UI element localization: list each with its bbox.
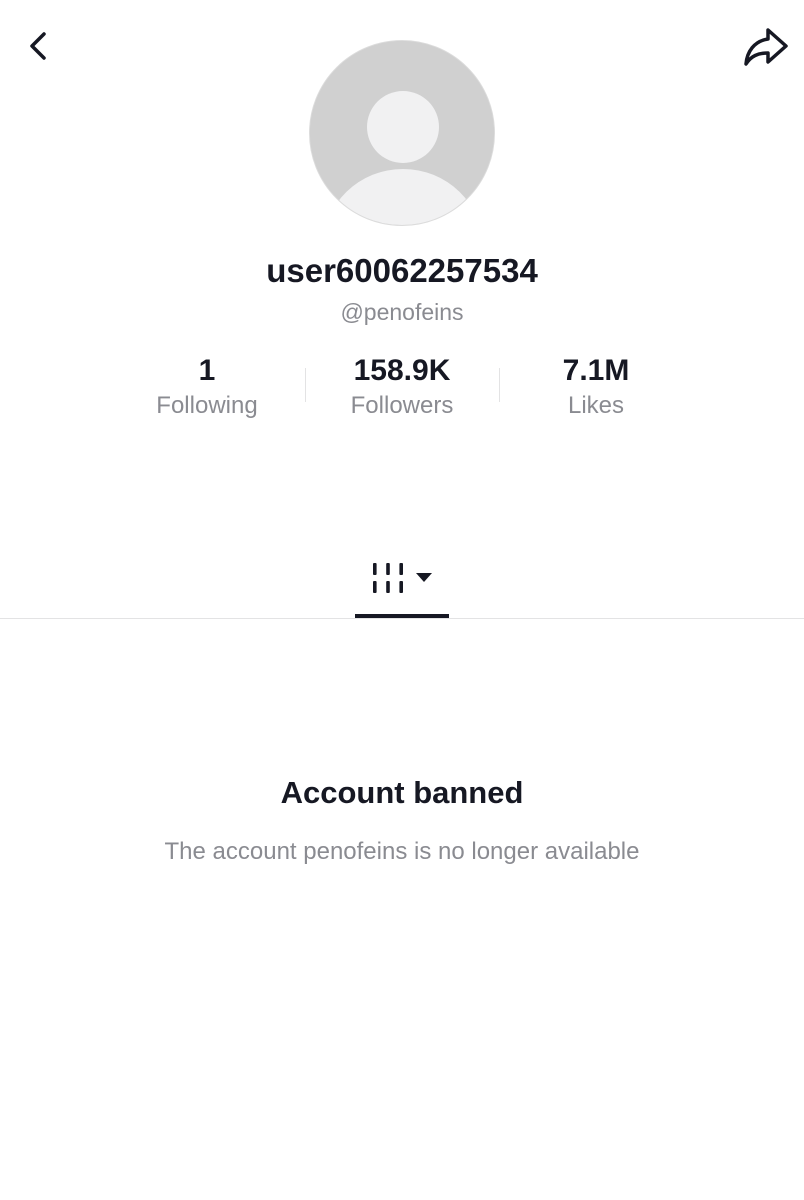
share-button[interactable] (742, 22, 790, 70)
followers-label: Followers (350, 392, 454, 419)
likes-count: 7.1M (562, 354, 630, 387)
display-name: user60062257534 (266, 252, 538, 289)
video-grid-icon (373, 563, 403, 593)
avatar[interactable] (309, 40, 495, 226)
banned-message: The account penofeins is no longer avail… (164, 838, 640, 865)
banned-title: Account banned (280, 775, 524, 810)
followers-count: 158.9K (353, 354, 451, 387)
content-tab-bar (0, 540, 804, 620)
tab-videos[interactable] (355, 540, 449, 618)
default-avatar-icon (310, 41, 494, 225)
username: @penofeins (340, 299, 464, 325)
following-label: Following (156, 392, 258, 419)
profile-page: user60062257534 @penofeins 1 Following 1… (0, 0, 804, 1200)
caret-down-icon[interactable] (414, 571, 434, 583)
likes-label: Likes (567, 392, 625, 419)
stat-following[interactable]: 1 Following (110, 352, 304, 422)
stat-likes[interactable]: 7.1M Likes (499, 352, 693, 422)
stat-followers[interactable]: 158.9K Followers (305, 352, 499, 422)
back-button[interactable] (14, 22, 62, 70)
tab-divider (0, 618, 804, 619)
following-count: 1 (198, 354, 216, 387)
chevron-left-icon (30, 32, 46, 60)
profile-stats: 1 Following 158.9K Followers 7.1M Likes (0, 352, 804, 424)
share-arrow-icon (744, 28, 788, 66)
